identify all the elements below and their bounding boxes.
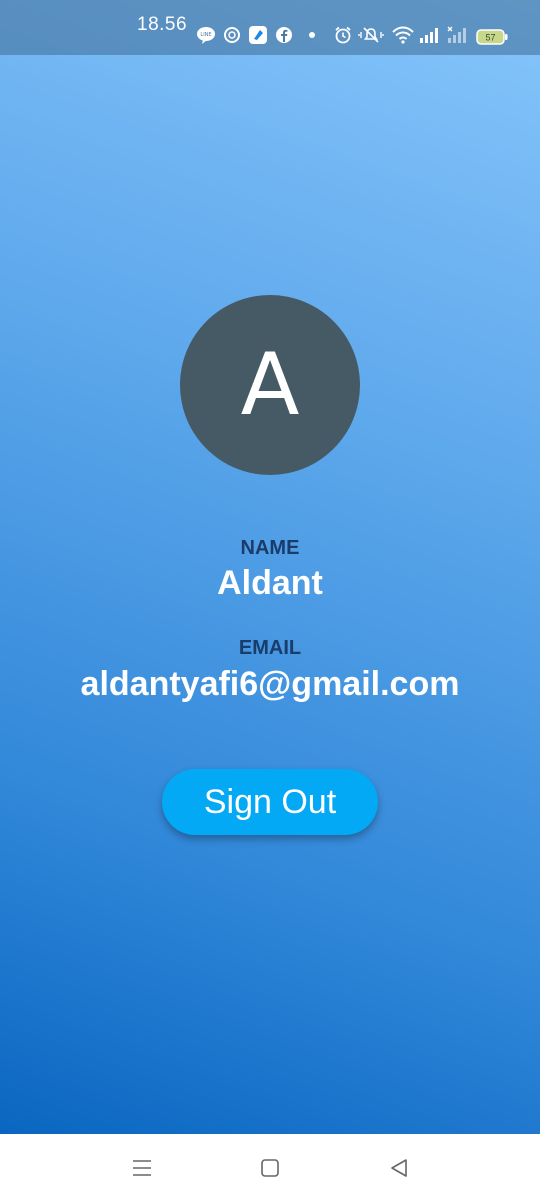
line-icon: LINE (196, 25, 216, 45)
sign-out-button[interactable]: Sign Out (162, 769, 378, 835)
battery-level: 57 (485, 33, 495, 43)
app-icon (248, 25, 268, 45)
avatar-initial: A (240, 335, 300, 435)
signal-icon (446, 25, 470, 45)
email-value: aldantyafi6@gmail.com (80, 665, 460, 703)
back-icon[interactable] (387, 1156, 411, 1180)
profile-screen: 18.56 LINE 57 A NAME Aldant EMAIL aldant… (0, 0, 540, 1134)
home-icon[interactable] (258, 1156, 282, 1180)
facebook-icon (274, 25, 294, 45)
name-label: NAME (240, 537, 300, 559)
navigation-bar (0, 1134, 540, 1200)
chat-icon (222, 25, 242, 45)
svg-text:LINE: LINE (200, 32, 211, 38)
vibrate-icon (358, 25, 384, 45)
signal-icon (418, 25, 442, 45)
notification-dot-icon (307, 25, 317, 45)
status-bar: 18.56 LINE 57 (0, 0, 540, 55)
avatar: A (180, 295, 360, 475)
alarm-icon (333, 25, 353, 45)
name-value: Aldant (217, 564, 323, 602)
battery-icon: 57 (476, 27, 508, 47)
status-time: 18.56 (137, 14, 188, 35)
wifi-icon (392, 25, 414, 45)
menu-icon[interactable] (130, 1156, 154, 1180)
email-label: EMAIL (238, 637, 302, 659)
